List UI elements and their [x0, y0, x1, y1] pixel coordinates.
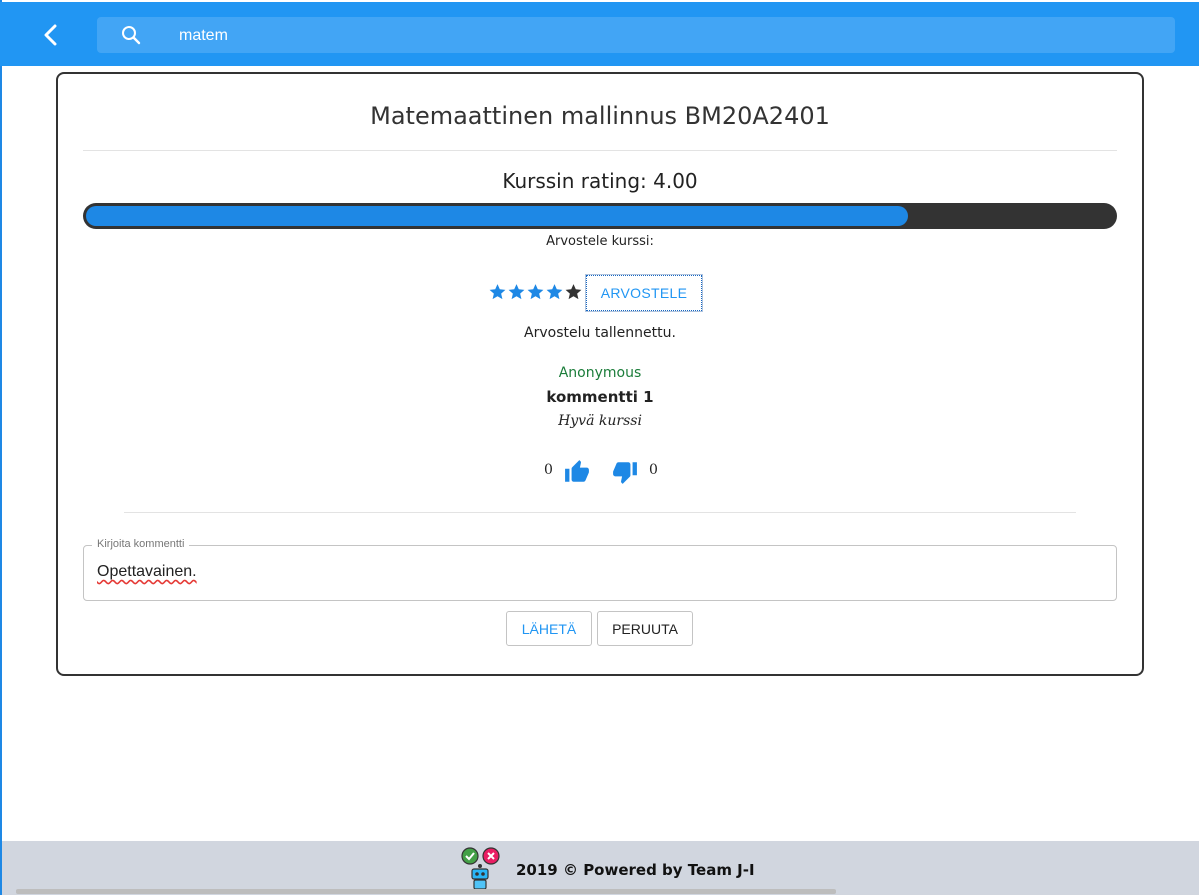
divider	[124, 512, 1076, 513]
arrow-back-icon	[44, 24, 57, 46]
comment-author: Anonymous	[558, 365, 642, 381]
star-icon[interactable]	[488, 282, 507, 302]
rating-progress-fill	[86, 206, 908, 226]
app-bar	[0, 2, 1199, 66]
horizontal-scrollbar[interactable]	[16, 889, 836, 894]
course-rating-label: Kurssin rating: 4.00	[502, 169, 698, 193]
comment-field[interactable]: Kirjoita kommentti Opettavainen.	[83, 538, 1117, 601]
rate-button[interactable]: ARVOSTELE	[585, 274, 703, 312]
comment-input-value: Opettavainen.	[97, 563, 197, 580]
star-icon[interactable]	[545, 282, 564, 302]
footer: 2019 © Powered by Team J-I	[2, 841, 1199, 895]
team-logo-icon	[461, 847, 500, 890]
downvote-count: 0	[649, 462, 658, 478]
rating-progress-bar	[83, 203, 1117, 229]
star-icon[interactable]	[564, 282, 583, 302]
rating-saved-message: Arvostelu tallennettu.	[524, 325, 676, 341]
back-button[interactable]	[34, 18, 68, 52]
thumbs-up-icon[interactable]	[564, 459, 590, 485]
search-box[interactable]	[97, 17, 1175, 53]
course-title: Matemaattinen mallinnus BM20A2401	[370, 102, 830, 130]
thumbs-down-icon[interactable]	[612, 459, 638, 485]
comment-input[interactable]: Opettavainen.	[97, 563, 1097, 585]
comment-title: kommentti 1	[546, 388, 654, 406]
comment-body: Hyvä kurssi	[558, 413, 642, 429]
comment-field-label: Kirjoita kommentti	[92, 538, 190, 550]
upvote-count: 0	[544, 462, 553, 478]
search-input[interactable]	[177, 23, 1141, 49]
rate-course-prompt: Arvostele kurssi:	[546, 234, 654, 249]
cancel-button[interactable]: PERUUTA	[597, 611, 693, 646]
course-card: Matemaattinen mallinnus BM20A2401 Kurssi…	[56, 72, 1144, 676]
star-icon[interactable]	[507, 282, 526, 302]
star-rating-input[interactable]	[488, 282, 583, 304]
send-button[interactable]: LÄHETÄ	[506, 611, 592, 646]
search-icon	[122, 26, 141, 45]
divider	[83, 150, 1117, 151]
window-left-edge	[0, 0, 2, 895]
footer-text: 2019 © Powered by Team J-I	[516, 861, 755, 879]
star-icon[interactable]	[526, 282, 545, 302]
